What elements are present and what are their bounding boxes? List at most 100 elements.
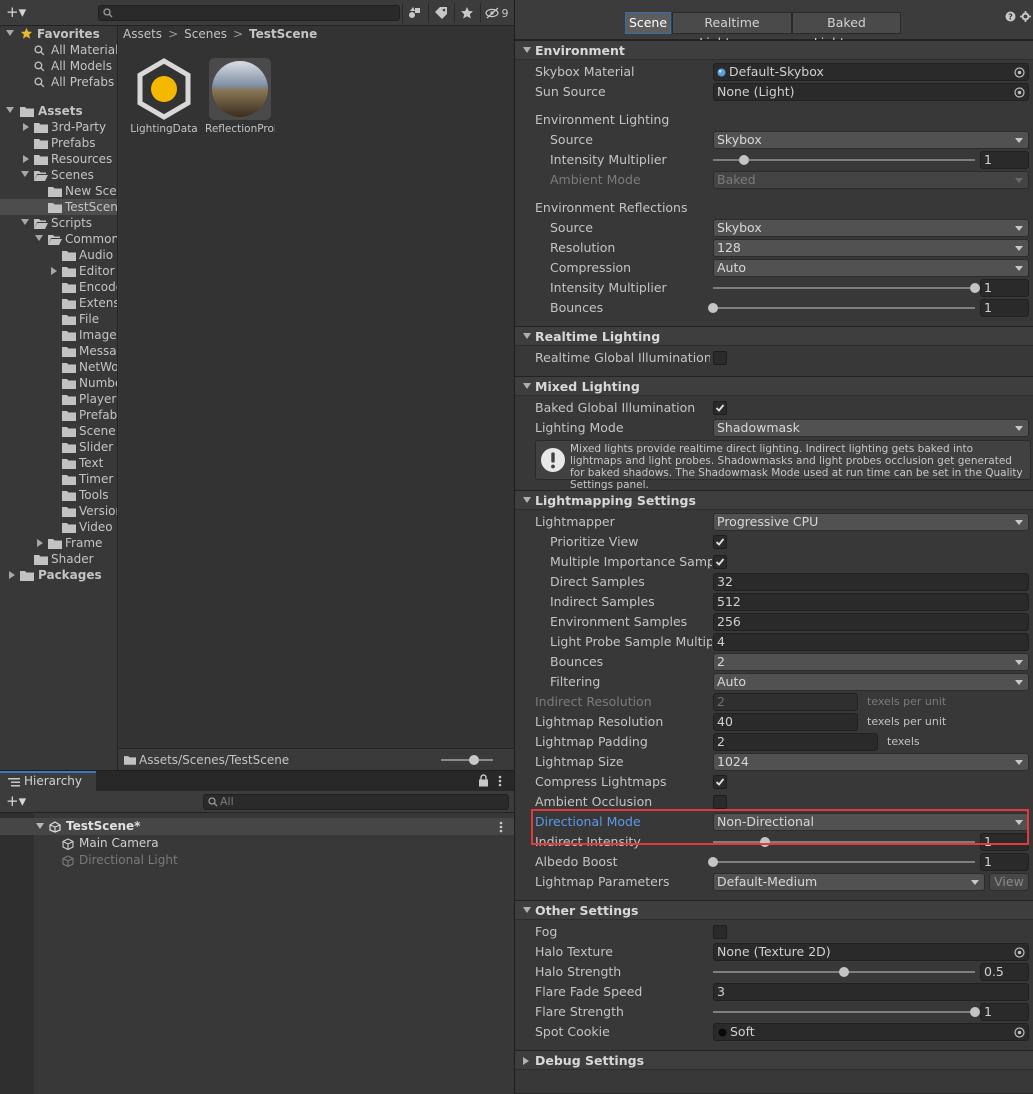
- tree-item-shader[interactable]: Shader: [0, 551, 117, 567]
- tree-item-common[interactable]: Common: [0, 231, 117, 247]
- tree-item-network[interactable]: NetWork: [0, 359, 117, 375]
- filtering-dropdown[interactable]: Auto: [713, 673, 1029, 691]
- fog-checkbox[interactable]: [713, 925, 727, 939]
- lightmap-padding-input[interactable]: 2: [713, 733, 878, 751]
- project-search-input[interactable]: [98, 5, 400, 21]
- breadcrumb-scenes[interactable]: Scenes: [184, 27, 227, 41]
- hierarchy-item-directional-light[interactable]: Directional Light: [0, 852, 514, 869]
- tree-item-video[interactable]: Video: [0, 519, 117, 535]
- settings-sliders-icon[interactable]: [1020, 11, 1031, 22]
- tree-item-scene[interactable]: Scene: [0, 423, 117, 439]
- mis-checkbox[interactable]: [713, 555, 727, 569]
- lightmap-parameters-dropdown[interactable]: Default-Medium: [713, 873, 985, 891]
- env-intensity-input[interactable]: 1: [980, 151, 1029, 169]
- expand-arrow-icon[interactable]: [51, 267, 57, 275]
- section-debug-settings-header[interactable]: Debug Settings: [515, 1050, 1033, 1070]
- section-mixed-lighting-header[interactable]: Mixed Lighting: [515, 376, 1033, 396]
- tree-item-assets[interactable]: Assets: [0, 103, 117, 119]
- spot-cookie-field[interactable]: Soft: [713, 1023, 1029, 1041]
- env-source-dropdown[interactable]: Skybox: [713, 131, 1029, 149]
- icon-size-slider[interactable]: [441, 759, 493, 761]
- albedo-boost-input[interactable]: 1: [980, 853, 1029, 871]
- flare-fade-speed-input[interactable]: 3: [713, 983, 1029, 1001]
- create-button[interactable]: +▾: [6, 5, 36, 21]
- section-environment-header[interactable]: Environment: [515, 40, 1033, 60]
- tree-item-packages[interactable]: Packages: [0, 567, 117, 583]
- kebab-menu-icon[interactable]: [499, 821, 503, 833]
- expand-arrow-icon[interactable]: [23, 155, 29, 163]
- tree-item-favorites[interactable]: Favorites: [0, 26, 117, 42]
- hierarchy-scene-row[interactable]: TestScene*: [0, 818, 514, 835]
- object-picker-icon[interactable]: [1014, 1027, 1025, 1038]
- refl-intensity-slider-handle[interactable]: [970, 283, 980, 293]
- section-lightmapping-header[interactable]: Lightmapping Settings: [515, 490, 1033, 510]
- lm-bounces-dropdown[interactable]: 2: [713, 653, 1029, 671]
- refl-source-dropdown[interactable]: Skybox: [713, 219, 1029, 237]
- tree-item-prefab[interactable]: Prefab: [0, 407, 117, 423]
- tree-item-resources[interactable]: Resources: [0, 151, 117, 167]
- tab-hierarchy[interactable]: Hierarchy: [0, 771, 96, 791]
- expand-arrow-icon[interactable]: [36, 823, 44, 829]
- refl-intensity-slider[interactable]: [713, 287, 975, 289]
- refl-compression-dropdown[interactable]: Auto: [713, 259, 1029, 277]
- albedo-boost-slider[interactable]: [713, 861, 975, 863]
- indirect-samples-input[interactable]: 512: [713, 593, 1029, 611]
- section-realtime-lighting-header[interactable]: Realtime Lighting: [515, 326, 1033, 346]
- refl-bounces-input[interactable]: 1: [980, 299, 1029, 317]
- halo-strength-input[interactable]: 0.5: [980, 963, 1029, 981]
- tree-item-text[interactable]: Text: [0, 455, 117, 471]
- tree-item-file[interactable]: File: [0, 311, 117, 327]
- hierarchy-item-main-camera[interactable]: Main Camera: [0, 835, 514, 852]
- realtime-gi-checkbox[interactable]: [713, 351, 727, 365]
- tree-item-tools[interactable]: Tools: [0, 487, 117, 503]
- tree-item-new-scene[interactable]: New Scene: [0, 183, 117, 199]
- section-other-settings-header[interactable]: Other Settings: [515, 900, 1033, 920]
- expand-arrow-icon[interactable]: [21, 219, 29, 225]
- tree-item-editor[interactable]: Editor: [0, 263, 117, 279]
- search-by-label-button[interactable]: [428, 3, 453, 23]
- hierarchy-search-input[interactable]: All: [203, 794, 509, 810]
- tree-item-message[interactable]: Message: [0, 343, 117, 359]
- tree-item-scenes[interactable]: Scenes: [0, 167, 117, 183]
- tree-item-testscene[interactable]: TestScene: [0, 199, 117, 215]
- halo-strength-slider-handle[interactable]: [839, 967, 849, 977]
- tree-item-image[interactable]: Image: [0, 327, 117, 343]
- icon-size-slider-handle[interactable]: [469, 755, 479, 765]
- tree-item-timer[interactable]: Timer: [0, 471, 117, 487]
- tree-item-frame[interactable]: Frame: [0, 535, 117, 551]
- refl-bounces-slider[interactable]: [713, 307, 975, 309]
- env-intensity-slider[interactable]: [713, 159, 975, 161]
- lighting-mode-dropdown[interactable]: Shadowmask: [713, 419, 1029, 437]
- object-picker-icon[interactable]: [1014, 67, 1025, 78]
- environment-samples-input[interactable]: 256: [713, 613, 1029, 631]
- halo-texture-field[interactable]: None (Texture 2D): [713, 943, 1029, 961]
- ambient-occlusion-checkbox[interactable]: [713, 795, 727, 809]
- env-intensity-slider-handle[interactable]: [739, 155, 750, 165]
- tree-item-all-models[interactable]: All Models: [0, 58, 117, 74]
- tree-item-player[interactable]: Player: [0, 391, 117, 407]
- asset-lighting-data[interactable]: LightingData: [129, 58, 199, 135]
- asset-reflection-probe[interactable]: ReflectionProbe: [205, 58, 275, 135]
- tree-item-prefabs[interactable]: Prefabs: [0, 135, 117, 151]
- baked-gi-checkbox[interactable]: [713, 401, 727, 415]
- refl-bounces-slider-handle[interactable]: [708, 303, 718, 313]
- hierarchy-create-button[interactable]: +▾: [6, 793, 26, 809]
- object-picker-icon[interactable]: [1014, 947, 1025, 958]
- tree-item-slider[interactable]: Slider: [0, 439, 117, 455]
- expand-arrow-icon[interactable]: [9, 571, 15, 579]
- tree-item-all-prefabs[interactable]: All Prefabs: [0, 74, 117, 90]
- object-picker-icon[interactable]: [1014, 87, 1025, 98]
- skybox-material-field[interactable]: Default-Skybox: [713, 63, 1029, 81]
- expand-arrow-icon[interactable]: [35, 235, 43, 241]
- tree-item-scripts[interactable]: Scripts: [0, 215, 117, 231]
- expand-arrow-icon[interactable]: [21, 171, 29, 177]
- flare-strength-slider-handle[interactable]: [970, 1007, 980, 1017]
- favorites-button[interactable]: [454, 3, 479, 23]
- view-button[interactable]: View: [989, 873, 1029, 891]
- expand-arrow-icon[interactable]: [6, 30, 14, 36]
- kebab-menu-icon[interactable]: [498, 775, 502, 787]
- sun-source-field[interactable]: None (Light): [713, 83, 1029, 101]
- light-probe-multiplier-input[interactable]: 4: [713, 633, 1029, 651]
- tree-item-version[interactable]: Version: [0, 503, 117, 519]
- expand-arrow-icon[interactable]: [37, 539, 43, 547]
